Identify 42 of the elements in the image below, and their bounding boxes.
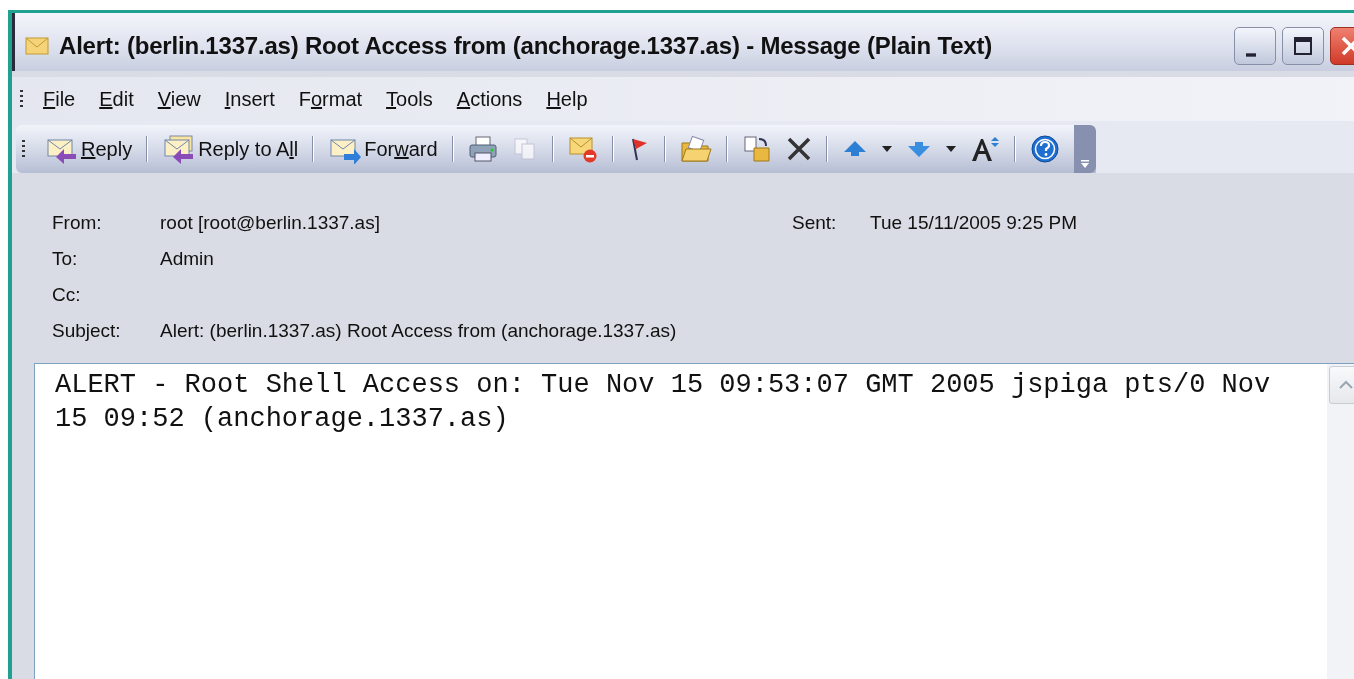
grip-handle[interactable] bbox=[22, 140, 25, 158]
menu-item[interactable]: File bbox=[33, 83, 86, 115]
field-label: From: bbox=[52, 212, 103, 234]
toolbar-button[interactable]: Forward bbox=[328, 134, 438, 164]
arrow-up-icon bbox=[1339, 380, 1353, 390]
menu-item[interactable]: View bbox=[147, 83, 211, 115]
field-label: Subject: bbox=[52, 320, 122, 342]
move-to-folder-icon[interactable] bbox=[741, 135, 772, 163]
field-label: Sent: bbox=[792, 212, 838, 234]
chevron-down-icon bbox=[1079, 159, 1090, 169]
maximize-icon bbox=[1293, 36, 1313, 56]
sent-date-text: Tue 15/11/2005 9:25 PM bbox=[870, 212, 1078, 234]
menu-item[interactable]: Insert bbox=[214, 83, 285, 115]
message-body[interactable]: ALERT - Root Shell Access on: Tue Nov 15 09:53:07 GMT 2005 jspiga pts/0 Nov 15 09:52 (anchorage.1337.as) bbox=[34, 363, 1354, 679]
caret-icon[interactable] bbox=[945, 146, 956, 152]
minimize-button[interactable] bbox=[1234, 27, 1276, 65]
field-label: Cc: bbox=[52, 284, 82, 306]
font-size-icon[interactable] bbox=[969, 135, 1000, 163]
folder-icon[interactable] bbox=[679, 135, 712, 163]
message-text: ALERT - Root Shell Access on: Tue Nov 15 09:53:07 GMT 2005 jspiga pts/0 Nov 15 09:52 (anchorage.1337.as) bbox=[54, 369, 1272, 436]
menu-item[interactable]: Actions bbox=[446, 83, 533, 115]
minimize-icon bbox=[1246, 53, 1256, 57]
envelope-icon bbox=[25, 37, 49, 55]
subject-text: Alert: (berlin.1337.as) Root Access from (anchorage.1337.as) bbox=[160, 320, 677, 342]
menu-item[interactable]: Help bbox=[536, 83, 598, 115]
toolbar-button[interactable]: Reply to All bbox=[162, 134, 299, 164]
toolbar-button[interactable]: Reply bbox=[45, 134, 133, 164]
grip-handle[interactable] bbox=[20, 90, 23, 108]
caret-icon[interactable] bbox=[881, 146, 892, 152]
printer-icon[interactable] bbox=[467, 135, 498, 163]
envelope-delete-icon[interactable] bbox=[567, 134, 598, 164]
field-label: To: bbox=[52, 248, 79, 270]
menu-item[interactable]: Edit bbox=[89, 83, 144, 115]
menu-item[interactable]: Format bbox=[288, 83, 373, 115]
recipient-text: Admin bbox=[160, 248, 214, 270]
menu-item[interactable]: Tools bbox=[376, 83, 443, 115]
window-title: Alert: (berlin.1337.as) Root Access from (anchorage.1337.as) - Message (Plain Text) bbox=[59, 32, 993, 60]
help-icon[interactable] bbox=[1029, 134, 1060, 164]
delete-icon[interactable] bbox=[785, 136, 812, 162]
toolbar-overflow-button[interactable] bbox=[1073, 125, 1096, 173]
maximize-button[interactable] bbox=[1282, 27, 1324, 65]
sender-text: root [root@berlin.1337.as] bbox=[160, 212, 381, 234]
